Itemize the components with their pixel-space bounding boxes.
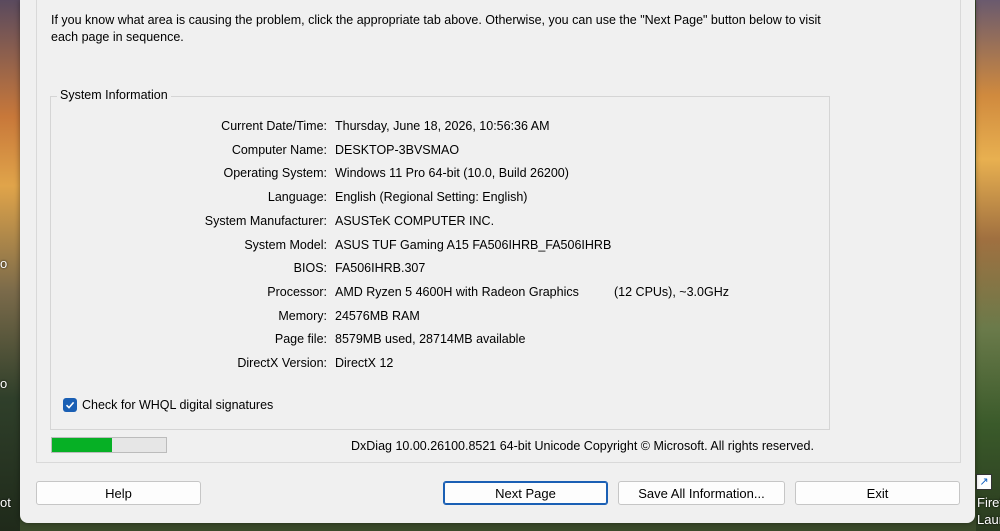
whql-checkbox-label[interactable]: Check for WHQL digital signatures [82,398,273,412]
info-label: DirectX Version: [237,356,327,370]
info-label: Language: [267,190,327,205]
intro-text: If you know what area is causing the pro… [51,13,821,44]
info-label: Memory: [278,308,327,323]
next-page-button[interactable]: Next Page [443,481,608,505]
info-label: Operating System: [223,166,327,181]
shortcut-arrow-icon: ↗ [976,474,992,490]
desktop-icon-label-fragment[interactable]: o [0,256,7,271]
info-value: 8579MB used, 28714MB available [335,332,526,347]
info-value: Windows 11 Pro 64-bit (10.0, Build 26200… [335,166,569,181]
desktop-icon-label-firefox-2[interactable]: Laun [977,512,1000,527]
info-row: Page file: 8579MB used, 28714MB available [51,332,811,352]
dxdiag-window: If you know what area is causing the pro… [20,0,975,523]
help-button[interactable]: Help [36,481,201,505]
info-row: System Manufacturer: ASUSTeK COMPUTER INC… [51,214,811,234]
info-label: System Manufacturer: [204,213,327,228]
info-label: Page file: [274,332,327,347]
info-value: Thursday, June 18, 2026, 10:56:36 AM [335,119,550,133]
info-value: ASUS TUF Gaming A15 FA506IHRB_FA506IHRB [335,237,612,252]
system-tab-panel: If you know what area is causing the pro… [36,0,961,463]
progress-bar [51,437,167,453]
exit-button[interactable]: Exit [795,481,960,505]
info-row: Computer Name: DESKTOP-3BVSMAO [51,143,811,163]
info-value: ASUSTeK COMPUTER INC. [335,213,495,228]
progress-fill [52,438,113,452]
save-all-information-button[interactable]: Save All Information... [618,481,785,505]
info-row: Memory: 24576MB RAM [51,309,811,329]
info-row: DirectX Version: DirectX 12 [51,356,811,376]
system-information-group: System Information Current Date/Time: Thu… [50,88,830,430]
info-row: Language: English (Regional Setting: Engl… [51,190,811,210]
info-row: Operating System: Windows 11 Pro 64-bit (… [51,166,811,186]
group-title: System Information [57,88,171,102]
info-row: Processor: AMD Ryzen 5 4600H with Radeon … [51,285,811,305]
desktop-icon-label-fragment[interactable]: ot [0,495,11,510]
info-value: English (Regional Setting: English) [335,190,528,205]
info-row: BIOS: FA506IHRB.307 [51,261,811,281]
info-label: BIOS: [293,261,327,276]
checkbox-checked-icon[interactable] [63,398,77,412]
info-value-secondary: (12 CPUs), ~3.0GHz [614,284,729,299]
info-label: Current Date/Time: [221,119,327,133]
info-value: DESKTOP-3BVSMAO [335,142,460,157]
info-value: FA506IHRB.307 [335,261,426,276]
info-row: System Model: ASUS TUF Gaming A15 FA506IH… [51,238,811,258]
info-label: System Model: [244,237,327,252]
desktop-icon-label-firefox[interactable]: Firef [977,495,1000,510]
desktop-icon-label-fragment[interactable]: o [0,376,7,391]
info-label: Computer Name: [231,142,327,157]
desktop-wallpaper-right [976,0,1000,531]
info-value: 24576MB RAM [335,308,420,323]
whql-checkbox[interactable]: Check for WHQL digital signatures [63,398,273,412]
copyright-text: DxDiag 10.00.26100.8521 64-bit Unicode C… [351,439,814,453]
info-label: Processor: [267,284,327,299]
info-value: AMD Ryzen 5 4600H with Radeon Graphics [335,284,579,299]
info-row: Current Date/Time: Thursday, June 18, 202… [51,119,811,139]
info-value: DirectX 12 [335,356,394,370]
